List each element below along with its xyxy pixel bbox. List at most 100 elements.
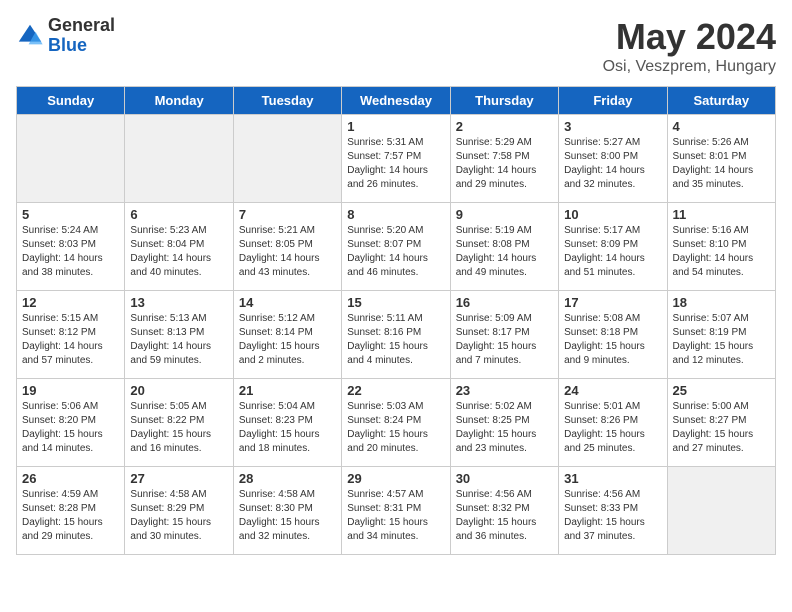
day-number: 20 [130,383,227,398]
day-number: 25 [673,383,770,398]
calendar-cell: 16Sunrise: 5:09 AM Sunset: 8:17 PM Dayli… [450,291,558,379]
calendar-cell: 19 Sunrise: 5:06 AM Sunset: 8:20 PM Dayli… [17,379,125,467]
day-detail: Sunrise: 5:15 AM Sunset: 8:12 PM Dayligh… [22,312,119,368]
calendar: SundayMondayTuesdayWednesdayThursdayFrid… [16,86,776,555]
day-number: 22 [347,383,444,398]
day-detail: Sunrise: 5:09 AM Sunset: 8:17 PM Dayligh… [456,312,553,368]
week-row-1: 5 Sunrise: 5:24 AM Sunset: 8:03 PM Daylig… [17,203,776,291]
day-number: 15 [347,295,444,310]
day-detail: Sunrise: 5:23 AM Sunset: 8:04 PM Dayligh… [130,224,227,280]
calendar-cell: 12 Sunrise: 5:15 AM Sunset: 8:12 PM Dayli… [17,291,125,379]
day-detail: Sunrise: 5:29 AM Sunset: 7:58 PM Dayligh… [456,136,553,192]
day-number: 26 [22,471,119,486]
day-detail: Sunrise: 4:56 AM Sunset: 8:32 PM Dayligh… [456,488,553,544]
calendar-cell: 3 Sunrise: 5:27 AM Sunset: 8:00 PM Daylig… [559,115,667,203]
day-number: 2 [456,119,553,134]
calendar-cell: 21 Sunrise: 5:04 AM Sunset: 8:23 PM Dayli… [233,379,341,467]
day-number: 18 [673,295,770,310]
calendar-cell: 14 Sunrise: 5:12 AM Sunset: 8:14 PM Dayli… [233,291,341,379]
calendar-cell [667,467,775,555]
day-detail: Sunrise: 5:12 AM Sunset: 8:14 PM Dayligh… [239,312,336,368]
weekday-header-monday: Monday [125,87,233,115]
calendar-cell: 10Sunrise: 5:17 AM Sunset: 8:09 PM Dayli… [559,203,667,291]
calendar-cell: 30Sunrise: 4:56 AM Sunset: 8:32 PM Dayli… [450,467,558,555]
day-detail: Sunrise: 4:58 AM Sunset: 8:29 PM Dayligh… [130,488,227,544]
calendar-cell: 15Sunrise: 5:11 AM Sunset: 8:16 PM Dayli… [342,291,450,379]
logo-text: General Blue [48,16,115,56]
calendar-cell: 13Sunrise: 5:13 AM Sunset: 8:13 PM Dayli… [125,291,233,379]
weekday-header-friday: Friday [559,87,667,115]
calendar-cell: 17Sunrise: 5:08 AM Sunset: 8:18 PM Dayli… [559,291,667,379]
day-number: 31 [564,471,661,486]
week-row-0: 1 Sunrise: 5:31 AM Sunset: 7:57 PM Daylig… [17,115,776,203]
day-detail: Sunrise: 5:19 AM Sunset: 8:08 PM Dayligh… [456,224,553,280]
calendar-cell: 28Sunrise: 4:58 AM Sunset: 8:30 PM Dayli… [233,467,341,555]
day-number: 13 [130,295,227,310]
day-detail: Sunrise: 5:04 AM Sunset: 8:23 PM Dayligh… [239,400,336,456]
calendar-cell: 6 Sunrise: 5:23 AM Sunset: 8:04 PM Daylig… [125,203,233,291]
calendar-cell: 4Sunrise: 5:26 AM Sunset: 8:01 PM Daylig… [667,115,775,203]
day-number: 1 [347,119,444,134]
calendar-cell: 20Sunrise: 5:05 AM Sunset: 8:22 PM Dayli… [125,379,233,467]
calendar-cell: 31 Sunrise: 4:56 AM Sunset: 8:33 PM Dayli… [559,467,667,555]
day-number: 27 [130,471,227,486]
month-title: May 2024 [603,16,776,58]
day-number: 11 [673,207,770,222]
day-number: 28 [239,471,336,486]
page-header: General Blue May 2024 Osi, Veszprem, Hun… [16,16,776,76]
calendar-cell: 27 Sunrise: 4:58 AM Sunset: 8:29 PM Dayli… [125,467,233,555]
weekday-header-wednesday: Wednesday [342,87,450,115]
location-title: Osi, Veszprem, Hungary [603,58,776,76]
day-detail: Sunrise: 5:27 AM Sunset: 8:00 PM Dayligh… [564,136,661,192]
day-number: 19 [22,383,119,398]
day-detail: Sunrise: 4:57 AM Sunset: 8:31 PM Dayligh… [347,488,444,544]
day-number: 12 [22,295,119,310]
day-number: 24 [564,383,661,398]
calendar-cell: 18 Sunrise: 5:07 AM Sunset: 8:19 PM Dayli… [667,291,775,379]
day-number: 14 [239,295,336,310]
day-detail: Sunrise: 5:16 AM Sunset: 8:10 PM Dayligh… [673,224,770,280]
calendar-cell [233,115,341,203]
calendar-cell: 7 Sunrise: 5:21 AM Sunset: 8:05 PM Daylig… [233,203,341,291]
logo-icon [16,22,44,50]
day-detail: Sunrise: 5:31 AM Sunset: 7:57 PM Dayligh… [347,136,444,192]
week-row-4: 26Sunrise: 4:59 AM Sunset: 8:28 PM Dayli… [17,467,776,555]
week-row-2: 12 Sunrise: 5:15 AM Sunset: 8:12 PM Dayli… [17,291,776,379]
day-number: 29 [347,471,444,486]
logo-blue: Blue [48,36,115,56]
weekday-header-tuesday: Tuesday [233,87,341,115]
day-detail: Sunrise: 5:07 AM Sunset: 8:19 PM Dayligh… [673,312,770,368]
day-number: 23 [456,383,553,398]
calendar-cell: 1 Sunrise: 5:31 AM Sunset: 7:57 PM Daylig… [342,115,450,203]
day-detail: Sunrise: 5:03 AM Sunset: 8:24 PM Dayligh… [347,400,444,456]
day-detail: Sunrise: 5:26 AM Sunset: 8:01 PM Dayligh… [673,136,770,192]
day-detail: Sunrise: 4:56 AM Sunset: 8:33 PM Dayligh… [564,488,661,544]
day-number: 8 [347,207,444,222]
day-number: 3 [564,119,661,134]
day-detail: Sunrise: 5:21 AM Sunset: 8:05 PM Dayligh… [239,224,336,280]
day-number: 5 [22,207,119,222]
day-detail: Sunrise: 5:17 AM Sunset: 8:09 PM Dayligh… [564,224,661,280]
calendar-cell: 23 Sunrise: 5:02 AM Sunset: 8:25 PM Dayli… [450,379,558,467]
week-row-3: 19 Sunrise: 5:06 AM Sunset: 8:20 PM Dayli… [17,379,776,467]
calendar-cell: 29 Sunrise: 4:57 AM Sunset: 8:31 PM Dayli… [342,467,450,555]
day-detail: Sunrise: 5:24 AM Sunset: 8:03 PM Dayligh… [22,224,119,280]
calendar-cell: 22 Sunrise: 5:03 AM Sunset: 8:24 PM Dayli… [342,379,450,467]
calendar-cell [17,115,125,203]
day-number: 9 [456,207,553,222]
day-detail: Sunrise: 5:06 AM Sunset: 8:20 PM Dayligh… [22,400,119,456]
title-block: May 2024 Osi, Veszprem, Hungary [603,16,776,76]
day-detail: Sunrise: 5:02 AM Sunset: 8:25 PM Dayligh… [456,400,553,456]
calendar-cell: 5 Sunrise: 5:24 AM Sunset: 8:03 PM Daylig… [17,203,125,291]
logo: General Blue [16,16,115,56]
calendar-cell [125,115,233,203]
weekday-header-row: SundayMondayTuesdayWednesdayThursdayFrid… [17,87,776,115]
calendar-cell: 8Sunrise: 5:20 AM Sunset: 8:07 PM Daylig… [342,203,450,291]
day-number: 7 [239,207,336,222]
calendar-cell: 26Sunrise: 4:59 AM Sunset: 8:28 PM Dayli… [17,467,125,555]
day-number: 17 [564,295,661,310]
day-number: 21 [239,383,336,398]
calendar-cell: 25Sunrise: 5:00 AM Sunset: 8:27 PM Dayli… [667,379,775,467]
day-number: 6 [130,207,227,222]
weekday-header-saturday: Saturday [667,87,775,115]
